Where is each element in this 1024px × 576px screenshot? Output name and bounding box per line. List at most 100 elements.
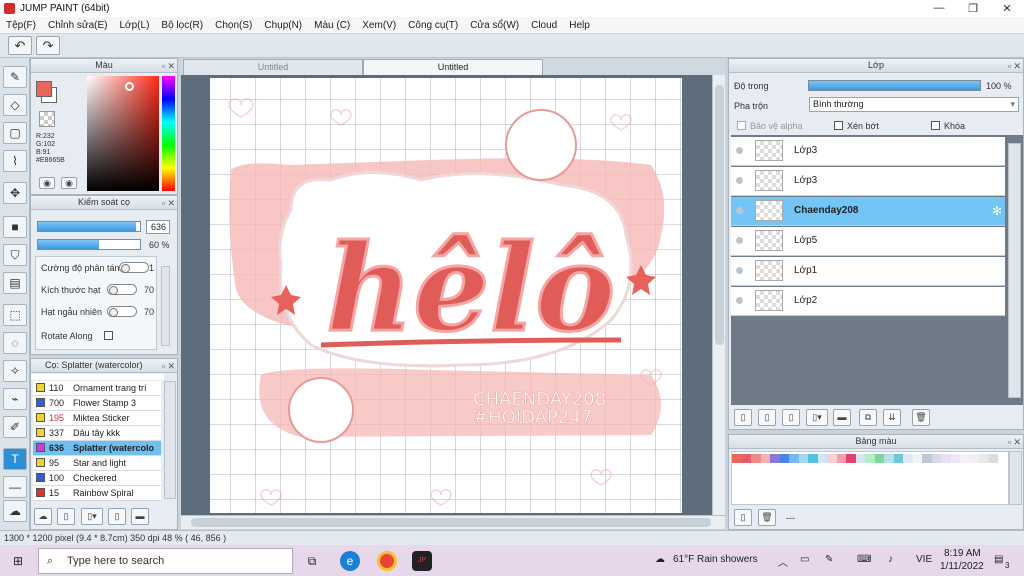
hue-slider[interactable] (162, 76, 175, 191)
brush-list-scrollbar[interactable] (164, 381, 176, 499)
panel-close-icon[interactable]: ▫ ✕ (162, 360, 175, 373)
brush-size-slider[interactable] (37, 221, 141, 232)
menu-tools[interactable]: Công cụ(T) (402, 20, 464, 31)
select-pen-icon[interactable]: ✐ (3, 416, 27, 438)
minimize-button[interactable]: — (922, 2, 956, 15)
clip-checkbox[interactable] (834, 121, 843, 130)
layer-list-scrollbar[interactable] (1008, 143, 1021, 398)
taskbar-search-box[interactable]: ⌕ Type here to search (38, 548, 293, 574)
notification-icon[interactable]: ▤ (994, 554, 1003, 565)
weather-text[interactable]: 61°F Rain showers (673, 554, 758, 565)
lasso-icon[interactable]: ◌ (3, 332, 27, 354)
eyedropper-icon[interactable]: ⌁ (3, 388, 27, 410)
magic-wand-icon[interactable]: ✧ (3, 360, 27, 382)
layer-visibility-icon[interactable] (736, 267, 743, 274)
panel-close-icon[interactable]: ▫ ✕ (1008, 60, 1021, 73)
tab-untitled-2[interactable]: Untitled (363, 59, 543, 75)
menu-layer[interactable]: Lớp(L) (114, 20, 156, 31)
cloud-icon[interactable]: ☁ (3, 500, 27, 522)
menu-filter[interactable]: Bộ lọc(R) (155, 20, 209, 31)
canvas-horizontal-scrollbar[interactable] (181, 515, 725, 529)
pen-tray-icon[interactable]: ✎ (825, 554, 833, 565)
panel-close-icon[interactable]: ▫ ✕ (1008, 436, 1021, 449)
menu-view[interactable]: Xem(V) (356, 20, 402, 31)
layer-settings-icon[interactable]: ✻ (992, 204, 1002, 218)
menu-window[interactable]: Cửa sổ(W) (464, 20, 525, 31)
layer-row[interactable]: Lớp3 (731, 137, 1005, 166)
tray-chevron-icon[interactable]: ︿ (778, 554, 788, 569)
layer-menu-icon[interactable]: ▯▾ (806, 409, 828, 426)
layer-row[interactable]: Lớp3 (731, 167, 1005, 196)
brush-control-scrollbar[interactable] (161, 266, 170, 346)
palette-swatch[interactable] (817, 454, 827, 463)
layer-row[interactable]: Lớp5 (731, 227, 1005, 256)
menu-cloud[interactable]: Cloud (525, 20, 563, 31)
task-view-icon[interactable]: ⧉ (302, 551, 322, 571)
rect-select-icon[interactable]: ▢ (3, 122, 27, 144)
marquee-icon[interactable]: ⬚ (3, 304, 27, 326)
layer-opacity-slider[interactable] (808, 80, 981, 91)
maximize-button[interactable]: ❐ (956, 2, 990, 15)
brush-list-item[interactable]: 15 Rainbow Spiral (33, 486, 161, 501)
panel-close-icon[interactable]: ▫ ✕ (162, 197, 175, 210)
brush-export-icon[interactable]: ▯ (108, 508, 126, 525)
palette-scrollbar[interactable] (1009, 451, 1022, 505)
new-raster-layer-icon[interactable]: ▯ (758, 409, 776, 426)
palette-swatch[interactable] (808, 454, 818, 463)
palette-swatch[interactable] (893, 454, 903, 463)
jump-paint-taskbar-icon[interactable]: JP (412, 551, 432, 571)
menu-color[interactable]: Màu (C) (308, 20, 356, 31)
palette-swatch[interactable] (846, 454, 856, 463)
brush-icon[interactable]: ⌇ (3, 150, 27, 172)
palette-swatch[interactable] (960, 454, 970, 463)
palette-swatch[interactable] (798, 454, 808, 463)
palette-delete-icon[interactable]: 🗑 (758, 509, 776, 526)
palette-swatch[interactable] (865, 454, 875, 463)
brush-menu-icon[interactable]: ▯▾ (81, 508, 103, 525)
layer-row[interactable]: Lớp1 (731, 257, 1005, 286)
horizontal-scroll-thumb[interactable] (191, 518, 711, 527)
palette-swatch[interactable] (789, 454, 799, 463)
lock-checkbox[interactable] (931, 121, 940, 130)
brush-folder-icon[interactable]: ▬ (131, 508, 149, 525)
brush-list-item[interactable]: 110 Ornament trang trí (33, 381, 161, 396)
palette-add-icon[interactable]: ▯ (734, 509, 752, 526)
menu-capture[interactable]: Chụp(N) (258, 20, 308, 31)
palette-swatch[interactable] (922, 454, 932, 463)
palette-swatch[interactable] (979, 454, 989, 463)
canvas-vertical-scrollbar[interactable] (712, 75, 725, 515)
brush-list-item[interactable]: 195 Miktea Sticker (33, 411, 161, 426)
brush-cloud-icon[interactable]: ☁ (34, 508, 52, 525)
palette-swatch[interactable] (855, 454, 865, 463)
artwork-canvas[interactable]: hêlô CHAENDAY208 #HOIDAP247 (181, 75, 725, 517)
scatter-toggle[interactable] (119, 262, 149, 273)
palette-swatch[interactable] (732, 454, 742, 463)
keyboard-icon[interactable]: ⌨ (857, 554, 871, 565)
gradient-icon[interactable]: ▤ (3, 272, 27, 294)
brush-list-item[interactable]: 337 Dâu tây kkk (33, 426, 161, 441)
volume-icon[interactable]: ♪ (888, 554, 893, 565)
menu-select[interactable]: Chọn(S) (209, 20, 258, 31)
color-settings-icon[interactable]: ◉ (61, 177, 77, 189)
palette-swatch[interactable] (903, 454, 913, 463)
layer-visibility-icon[interactable] (736, 297, 743, 304)
line-icon[interactable]: — (3, 476, 27, 498)
new-text-layer-icon[interactable]: ▯ (782, 409, 800, 426)
undo-icon[interactable]: ↶ (8, 36, 32, 55)
layer-folder-icon[interactable]: ▬ (833, 409, 851, 426)
palette-swatch[interactable] (751, 454, 761, 463)
bucket-icon[interactable]: ⛉ (3, 244, 27, 266)
redo-icon[interactable]: ↷ (36, 36, 60, 55)
palette-swatch[interactable] (874, 454, 884, 463)
palette-swatch[interactable] (779, 454, 789, 463)
alpha-protect-checkbox[interactable] (737, 121, 746, 130)
menu-edit[interactable]: Chỉnh sửa(E) (42, 20, 114, 31)
clock-time[interactable]: 8:19 AM (944, 548, 981, 559)
palette-swatch[interactable] (941, 454, 951, 463)
duplicate-layer-icon[interactable]: ⧉ (859, 409, 877, 426)
layer-row[interactable]: Chaenday208 ✻ (731, 197, 1005, 226)
network-icon[interactable]: ▭ (800, 554, 809, 565)
blend-mode-select[interactable]: Bình thường ▾ (809, 97, 1019, 112)
menu-file[interactable]: Tệp(F) (0, 20, 42, 31)
clock-date[interactable]: 1/11/2022 (940, 561, 984, 572)
